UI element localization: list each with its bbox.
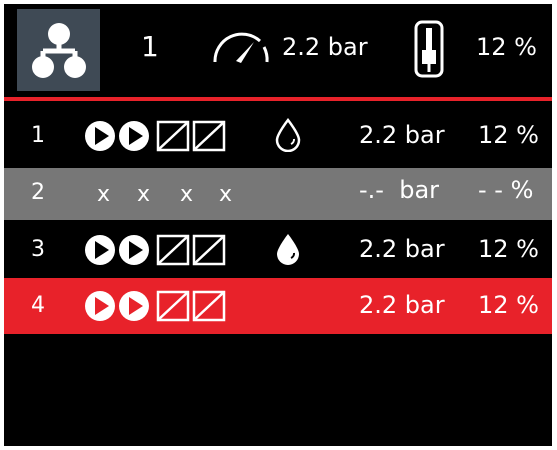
display-screen: 1 2.2 bar 12 % 1 2.2 bar 12 % 2 x x x x …	[4, 4, 552, 446]
row-percent: 12 %	[478, 291, 539, 319]
row-mark: x	[97, 182, 111, 207]
channel-row-3[interactable]: 3 2.2 bar 12 %	[4, 222, 552, 278]
row-pressure: -.- bar	[359, 176, 440, 204]
header-percent: 12 %	[476, 33, 537, 61]
play-icon	[119, 121, 149, 151]
drop-outline-icon	[275, 118, 301, 152]
row-mark: x	[180, 182, 194, 207]
row-number: 4	[31, 293, 45, 318]
channel-row-1[interactable]: 1 2.2 bar 12 %	[4, 108, 552, 164]
channel-row-4-selected[interactable]: 4 2.2 bar 12 %	[4, 278, 552, 334]
slash-box-icon	[156, 120, 190, 152]
row-pressure: 2.2 bar	[359, 291, 445, 319]
play-icon	[119, 235, 149, 265]
slash-box-icon	[156, 234, 190, 266]
slash-box-icon	[192, 234, 226, 266]
group-button[interactable]	[17, 9, 100, 91]
row-mark: x	[137, 182, 151, 207]
row-percent: - - %	[478, 176, 534, 204]
row-pressure: 2.2 bar	[359, 121, 445, 149]
channel-row-2[interactable]: 2 x x x x -.- bar - - %	[4, 168, 552, 220]
row-mark: x	[219, 182, 233, 207]
row-percent: 12 %	[478, 121, 539, 149]
row-pressure: 2.2 bar	[359, 235, 445, 263]
slash-box-icon	[192, 290, 226, 322]
drop-filled-icon	[277, 234, 299, 265]
play-icon	[119, 291, 149, 321]
play-icon	[85, 121, 115, 151]
group-network-icon	[32, 23, 86, 78]
slash-box-icon	[192, 120, 226, 152]
row-number: 1	[31, 123, 45, 148]
play-icon	[85, 291, 115, 321]
row-number: 3	[31, 237, 45, 262]
valve-position-icon	[414, 20, 444, 78]
header-divider	[4, 97, 552, 101]
header-bar: 1 2.2 bar 12 %	[4, 4, 552, 97]
pressure-gauge-icon	[213, 32, 269, 63]
row-percent: 12 %	[478, 235, 539, 263]
header-count: 1	[141, 30, 159, 63]
play-icon	[85, 235, 115, 265]
slash-box-icon	[156, 290, 190, 322]
row-number: 2	[31, 180, 45, 205]
header-pressure: 2.2 bar	[282, 33, 368, 61]
